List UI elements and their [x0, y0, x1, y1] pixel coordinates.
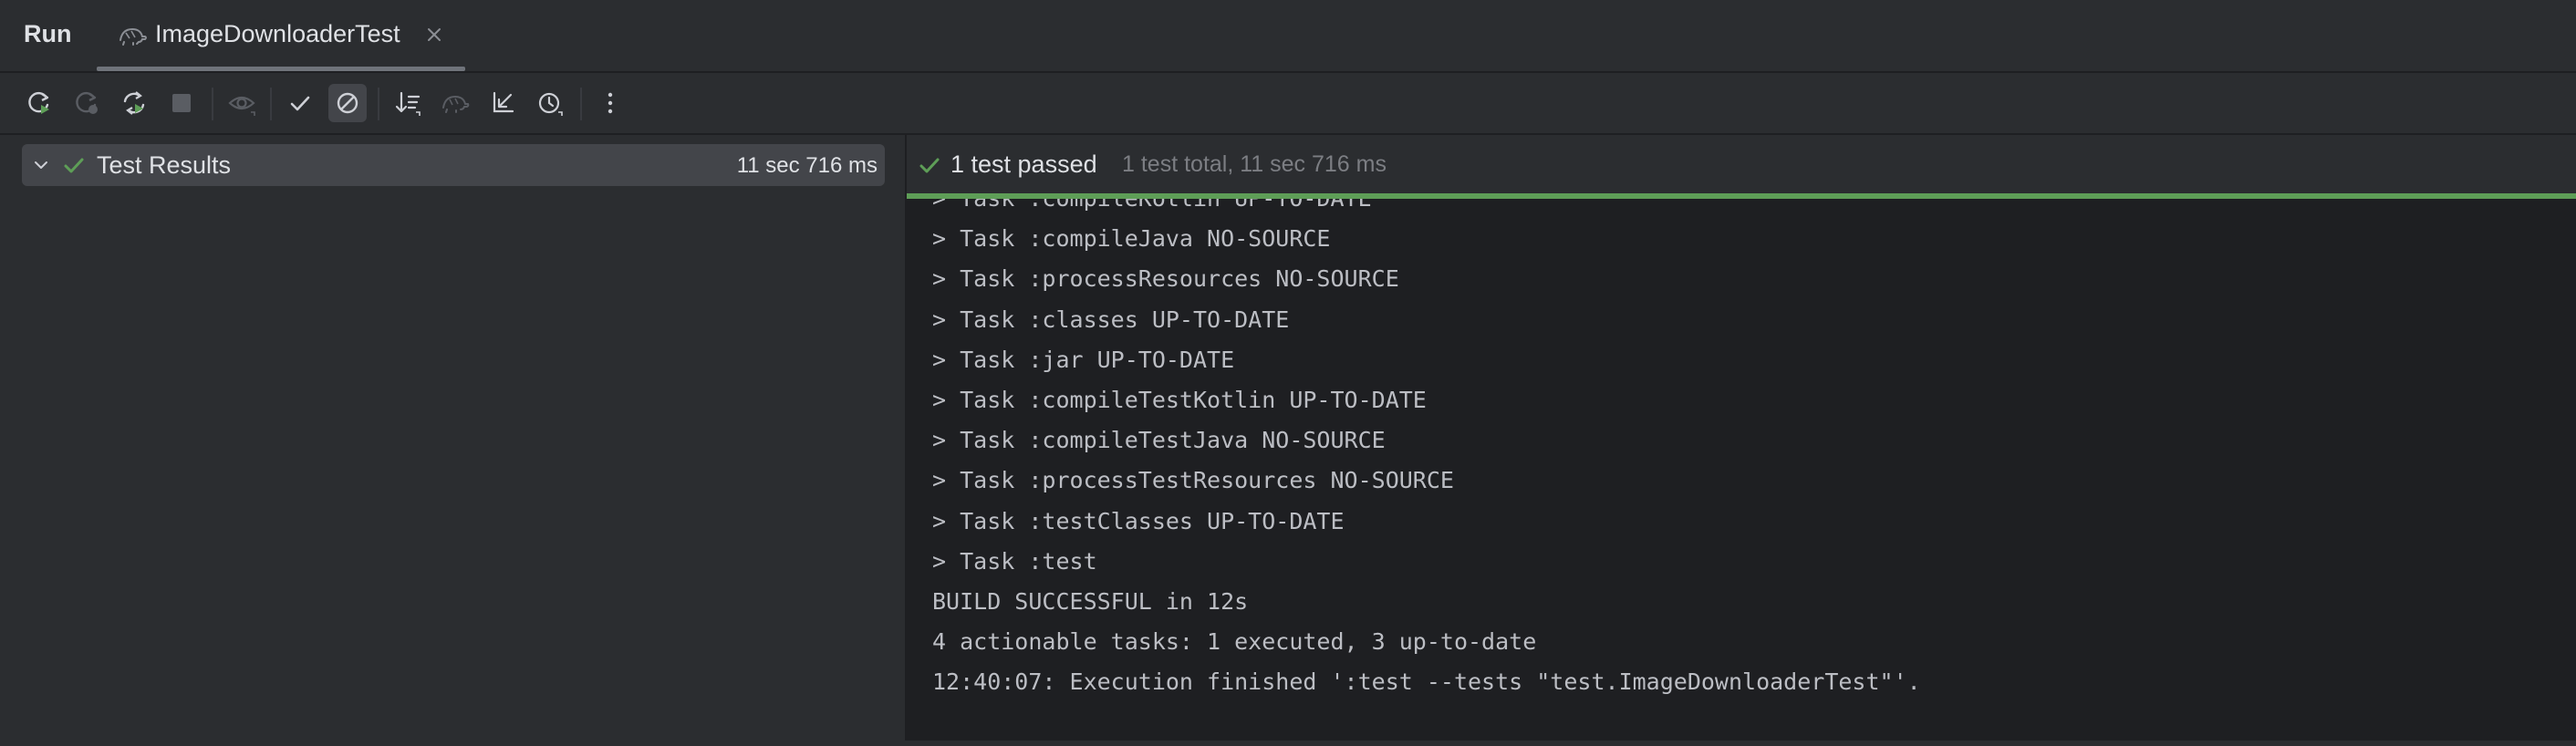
console-line: > Task :processTestResources NO-SOURCE	[932, 467, 1454, 494]
cancel-circle-icon	[337, 92, 358, 114]
tree-node-label: Test Results	[97, 151, 232, 179]
test-passed-icon	[64, 158, 84, 173]
tab-label: ImageDownloaderTest	[155, 20, 400, 47]
sort-by-duration-button[interactable]	[436, 84, 474, 122]
close-icon[interactable]	[423, 24, 445, 46]
more-actions-button[interactable]	[591, 84, 629, 122]
rerun-auto-icon	[123, 91, 145, 115]
console-line: > Task :processResources NO-SOURCE	[932, 265, 1399, 293]
test-passed-icon	[919, 158, 940, 173]
eye-icon	[228, 96, 255, 116]
test-status-bar: 1 test passed 1 test total, 11 sec 716 m…	[907, 135, 2576, 193]
collapse-icon	[493, 91, 514, 113]
test-results-root-node[interactable]: Test Results 11 sec 716 ms	[22, 144, 885, 186]
toolbar-separator	[212, 88, 213, 120]
toolbar-separator	[270, 88, 272, 120]
show-ignored-tests-button[interactable]	[328, 84, 367, 122]
console-line: > Task :test	[932, 547, 1097, 575]
console-line: 12:40:07: Execution finished ':test --te…	[932, 668, 1921, 696]
chevron-down-icon[interactable]	[31, 155, 51, 175]
rerun-icon	[28, 91, 49, 114]
rerun-failed-icon	[76, 91, 98, 114]
turtle-icon	[119, 27, 147, 46]
tree-node-duration: 11 sec 716 ms	[736, 153, 878, 178]
show-passed-button[interactable]	[223, 84, 261, 122]
status-detail: 1 test total, 11 sec 716 ms	[1122, 151, 1387, 177]
console-line: > Task :compileKotlin UP-TO-DATE	[932, 199, 1372, 212]
run-toolbar	[0, 73, 2576, 135]
turtle-icon	[442, 95, 470, 113]
status-summary: 1 test passed	[950, 150, 1097, 178]
rerun-failed-button[interactable]	[68, 84, 106, 122]
console-panel: 1 test passed 1 test total, 11 sec 716 m…	[907, 135, 2576, 746]
console-line: > Task :compileJava NO-SOURCE	[932, 225, 1331, 253]
bottom-edge	[0, 741, 2576, 746]
check-icon	[290, 96, 310, 111]
toolbar-separator	[378, 88, 379, 120]
run-title: Run	[24, 20, 72, 47]
clock-icon	[538, 92, 563, 116]
console-line: BUILD SUCCESSFUL in 12s	[932, 588, 1249, 615]
console-line: 4 actionable tasks: 1 executed, 3 up-to-…	[932, 628, 1537, 656]
console-line: > Task :compileTestKotlin UP-TO-DATE	[932, 387, 1427, 413]
console-line: > Task :testClasses UP-TO-DATE	[932, 507, 1345, 534]
stop-button[interactable]	[162, 84, 201, 122]
console-output[interactable]: > Task :compileKotlin UP-TO-DATE > Task :…	[907, 199, 2576, 746]
run-tool-window: Run ImageDownloaderTest Test Results 11 …	[0, 0, 2576, 746]
test-tree-panel: Test Results 11 sec 716 ms	[0, 135, 907, 746]
tab-image-downloader-test[interactable]: ImageDownloaderTest	[97, 0, 465, 71]
sort-icon	[395, 91, 421, 116]
test-history-button[interactable]	[531, 84, 569, 122]
sort-button[interactable]	[389, 84, 427, 122]
rerun-button[interactable]	[20, 84, 58, 122]
console-line: > Task :classes UP-TO-DATE	[932, 306, 1290, 333]
tool-window-header: Run ImageDownloaderTest	[0, 0, 2576, 73]
more-icon	[608, 92, 613, 114]
console-line: > Task :jar UP-TO-DATE	[932, 346, 1235, 373]
toggle-auto-test-button[interactable]	[115, 84, 153, 122]
collapse-all-button[interactable]	[483, 84, 522, 122]
tab-selected-indicator	[97, 67, 465, 71]
stop-icon	[172, 94, 191, 112]
toolbar-separator	[580, 88, 582, 120]
show-passed-tests-button[interactable]	[281, 84, 319, 122]
console-line: > Task :compileTestJava NO-SOURCE	[932, 427, 1386, 454]
